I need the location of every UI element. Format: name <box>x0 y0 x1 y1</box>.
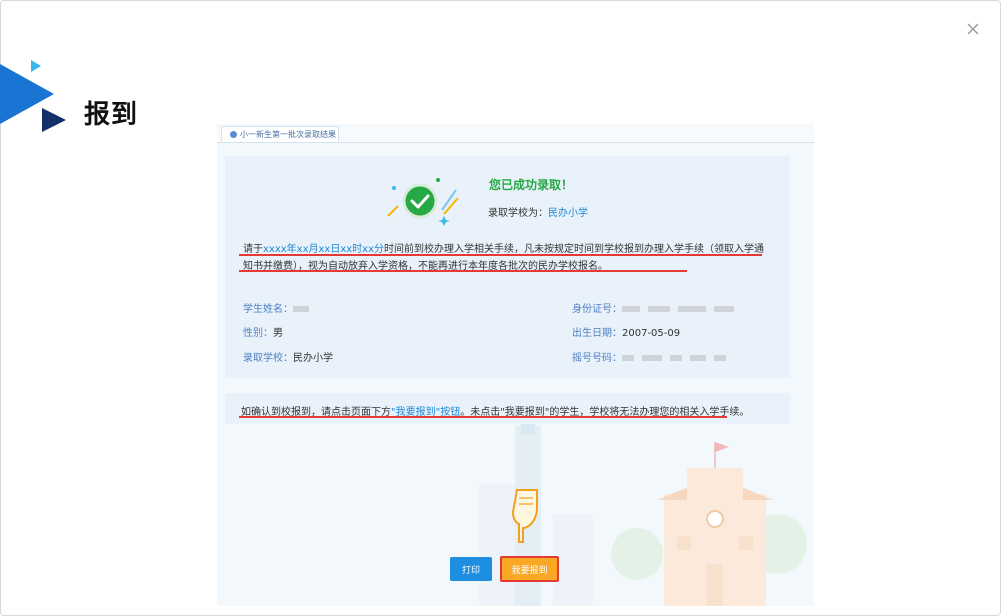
lottery-number-field: 摇号号码： <box>572 349 734 364</box>
result-panel: 小一新生第一批次录取结果 您已成功录取！ 录取学校为：民办小学 请于xxxx年x… <box>217 124 814 606</box>
masked-value <box>714 355 726 361</box>
highlight-line <box>239 254 762 256</box>
report-button[interactable]: 我要报到 <box>500 556 559 582</box>
student-name-field: 学生姓名： <box>243 300 317 315</box>
success-check-icon <box>387 178 459 226</box>
masked-value <box>678 306 706 312</box>
masked-value <box>642 355 662 361</box>
gender-label: 性别： <box>243 328 273 339</box>
tab-bar: 小一新生第一批次录取结果 <box>217 124 814 143</box>
masked-value <box>690 355 706 361</box>
school-label: 录取学校： <box>243 353 293 364</box>
admitted-school-line: 录取学校为：民办小学 <box>488 204 588 219</box>
student-name-label: 学生姓名： <box>243 304 293 315</box>
school-value: 民办小学 <box>293 353 333 364</box>
print-button[interactable]: 打印 <box>450 557 492 581</box>
birth-date-label: 出生日期： <box>572 328 622 339</box>
masked-value <box>714 306 734 312</box>
page-title: 报到 <box>84 100 139 130</box>
gender-value: 男 <box>273 328 283 339</box>
masked-value <box>622 306 640 312</box>
id-number-field: 身份证号： <box>572 300 742 315</box>
masked-value <box>648 306 670 312</box>
school-field: 录取学校：民办小学 <box>243 349 333 364</box>
triangle-decoration-icon <box>0 60 66 132</box>
tab-admission-result[interactable]: 小一新生第一批次录取结果 <box>221 126 339 142</box>
id-number-label: 身份证号： <box>572 304 622 315</box>
admitted-school-name: 民办小学 <box>548 208 588 219</box>
masked-value <box>670 355 682 361</box>
admitted-school-label: 录取学校为： <box>488 208 548 219</box>
masked-value <box>293 306 309 312</box>
user-icon <box>230 131 237 138</box>
close-icon[interactable] <box>962 18 984 40</box>
highlight-line <box>239 416 727 418</box>
birth-date-value: 2007-05-09 <box>622 328 681 339</box>
masked-value <box>622 355 634 361</box>
birth-date-field: 出生日期：2007-05-09 <box>572 324 680 339</box>
lottery-number-label: 摇号号码： <box>572 353 622 364</box>
tab-label: 小一新生第一批次录取结果 <box>240 130 336 139</box>
success-title: 您已成功录取！ <box>489 178 574 192</box>
gender-field: 性别：男 <box>243 324 283 339</box>
highlight-line <box>239 270 687 272</box>
